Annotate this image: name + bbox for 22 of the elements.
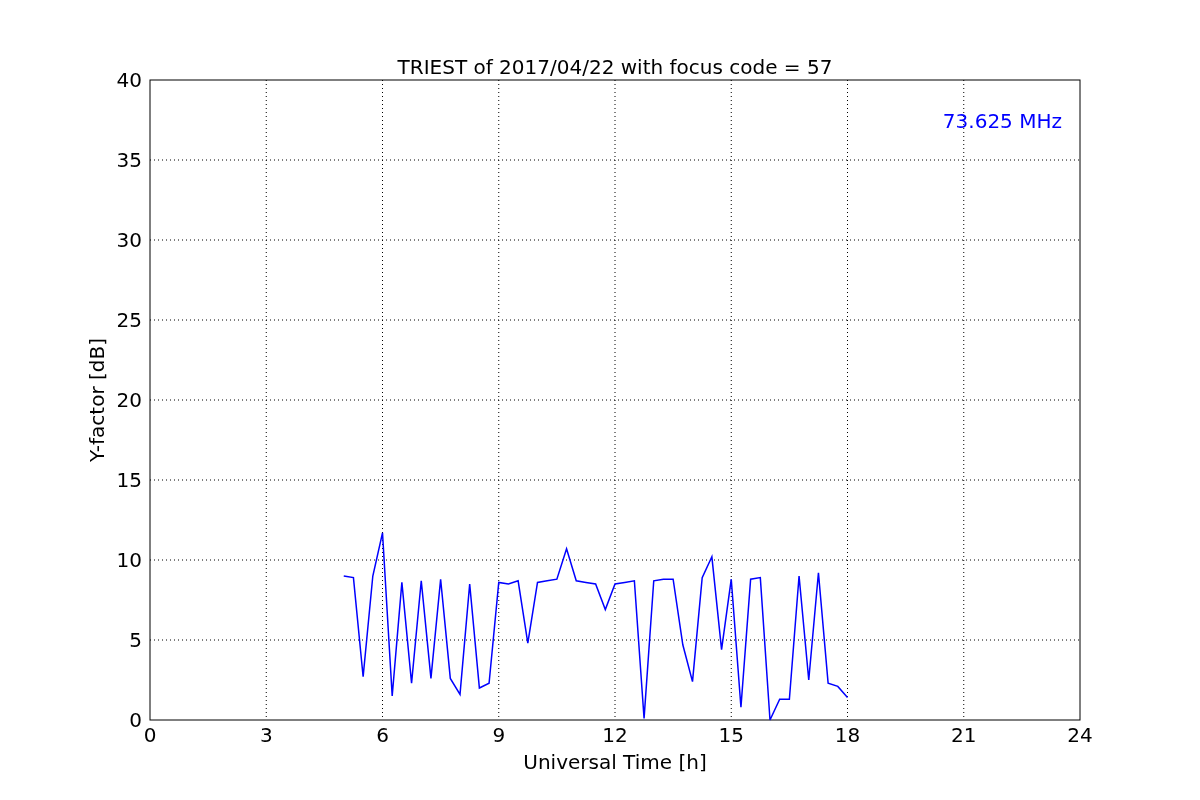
x-tick-label: 12	[602, 723, 628, 747]
x-tick-label: 0	[143, 723, 157, 747]
x-tick-label: 18	[834, 723, 861, 747]
y-tick-label: 5	[129, 628, 142, 652]
chart-title: TRIEST of 2017/04/22 with focus code = 57	[397, 55, 833, 79]
y-tick-label: 15	[116, 468, 142, 492]
x-axis-label: Universal Time [h]	[523, 750, 707, 774]
y-tick-label: 25	[116, 308, 142, 332]
y-tick-label: 35	[116, 148, 142, 172]
y-tick-label: 0	[129, 708, 142, 732]
x-tick-label: 6	[376, 723, 389, 747]
x-tick-label: 15	[718, 723, 744, 747]
x-tick-label: 24	[1067, 723, 1093, 747]
x-tick-label: 3	[259, 723, 273, 747]
series-label: 73.625 MHz	[942, 109, 1062, 133]
y-tick-label: 40	[116, 68, 142, 92]
x-tick-label: 9	[492, 723, 506, 747]
y-tick-label: 10	[116, 548, 142, 572]
y-axis-label: Y-factor [dB]	[85, 338, 109, 462]
y-tick-label: 30	[116, 228, 142, 252]
y-tick-label: 20	[116, 388, 142, 412]
x-tick-label: 21	[951, 723, 977, 747]
